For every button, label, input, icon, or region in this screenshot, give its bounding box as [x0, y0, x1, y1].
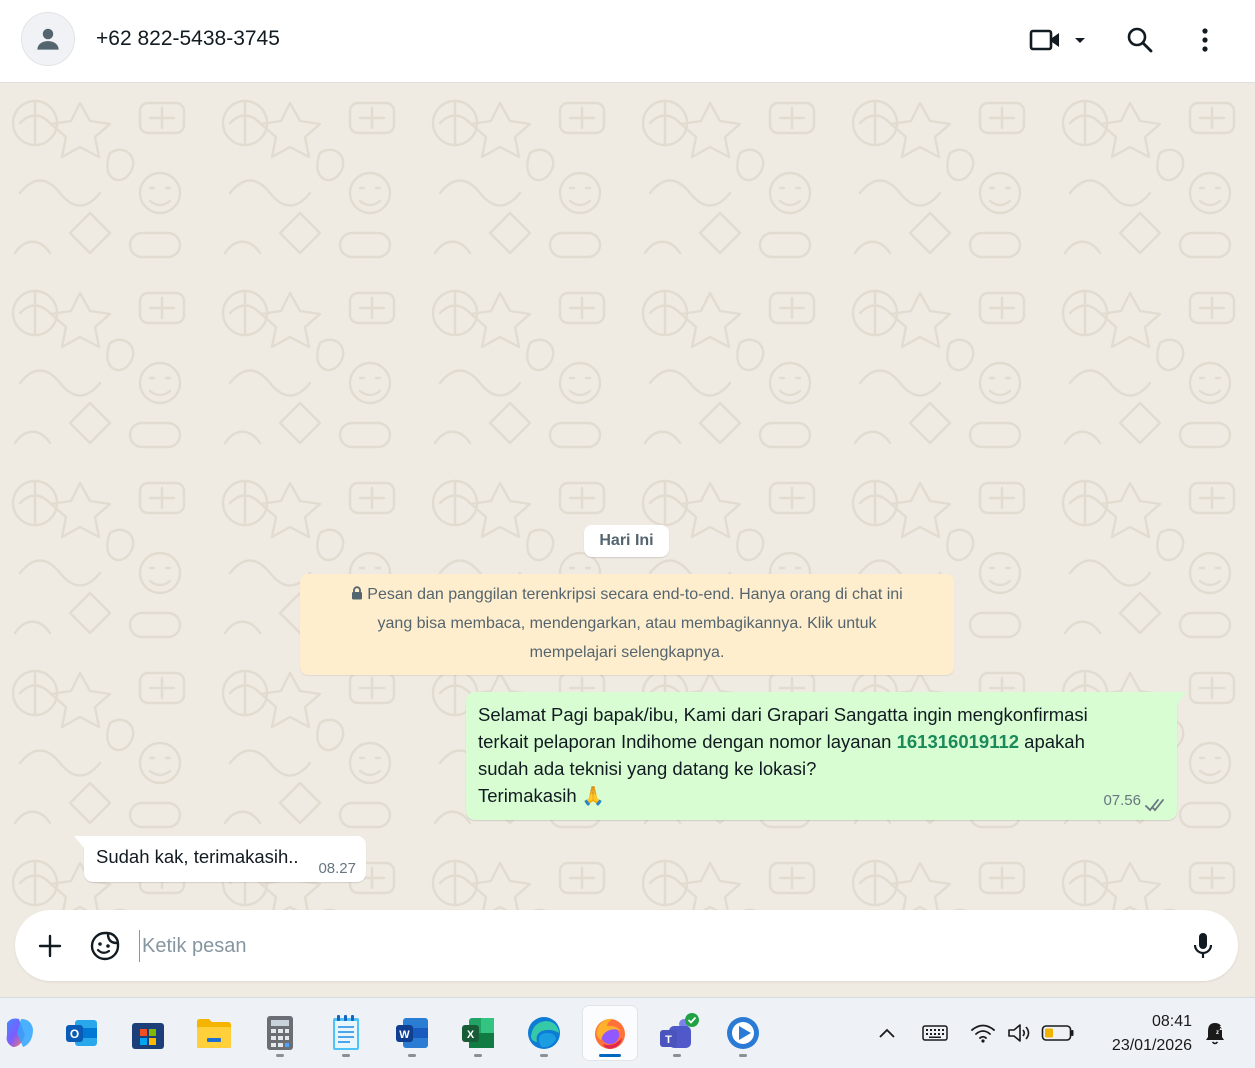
person-icon: [37, 28, 59, 50]
excel-icon[interactable]: X: [451, 1006, 505, 1060]
search-icon[interactable]: [1122, 22, 1158, 58]
message-composer: [15, 910, 1238, 981]
message-text: Selamat Pagi bapak/ibu, Kami dari Grapar…: [478, 704, 1088, 725]
svg-text:T: T: [665, 1034, 672, 1046]
clock-date: 23/01/2026: [1111, 1037, 1192, 1054]
svg-text:z: z: [1220, 1025, 1224, 1032]
microphone-icon[interactable]: [1185, 928, 1221, 964]
running-indicator: [276, 1054, 284, 1057]
svg-text:z: z: [1216, 1030, 1219, 1036]
svg-text:W: W: [399, 1029, 410, 1041]
outgoing-message[interactable]: Selamat Pagi bapak/ibu, Kami dari Grapar…: [466, 692, 1187, 820]
chat-header: +62 822-5438-3745: [0, 0, 1255, 83]
running-indicator: [673, 1054, 681, 1057]
service-number-link[interactable]: 161316019112: [897, 731, 1019, 752]
running-indicator: [474, 1054, 482, 1057]
system-clock[interactable]: 08:41 23/01/2026: [1092, 1010, 1192, 1058]
running-indicator: [540, 1054, 548, 1057]
encryption-notice-line: yang bisa membaca, mendengarkan, atau me…: [377, 615, 877, 632]
message-input[interactable]: [139, 930, 1159, 962]
date-chip: Hari Ini: [584, 525, 669, 557]
firefox-icon[interactable]: [583, 1006, 637, 1060]
message-time: 08.27: [318, 860, 356, 877]
message-text: terkait pelaporan Indihome dengan nomor …: [478, 728, 1165, 755]
encryption-notice[interactable]: Pesan dan panggilan terenkripsi secara e…: [300, 574, 954, 675]
wifi-icon[interactable]: [968, 1016, 998, 1050]
svg-text:O: O: [70, 1027, 79, 1041]
video-call-icon[interactable]: [1026, 22, 1064, 58]
copilot-icon[interactable]: [0, 1006, 46, 1060]
sticker-icon[interactable]: [87, 928, 123, 964]
windows-taskbar: O W X T 08:41 23/01/2026 z z: [0, 997, 1255, 1068]
microsoft-store-icon[interactable]: [121, 1006, 175, 1060]
avatar[interactable]: [21, 12, 75, 66]
show-hidden-icons-chevron-up-icon[interactable]: [874, 1016, 900, 1050]
file-explorer-icon[interactable]: [187, 1006, 241, 1060]
message-text: sudah ada teknisi yang datang ke lokasi?: [478, 758, 817, 779]
encryption-notice-line: Pesan dan panggilan terenkripsi secara e…: [367, 586, 903, 603]
chat-area[interactable]: Hari Ini Pesan dan panggilan terenkripsi…: [0, 83, 1255, 910]
attach-plus-icon[interactable]: [32, 928, 68, 964]
clock-time: 08:41: [1151, 1013, 1192, 1030]
incoming-message[interactable]: Sudah kak, terimakasih.. 08.27: [74, 836, 366, 882]
outlook-icon[interactable]: O: [55, 1006, 109, 1060]
running-indicator: [342, 1054, 350, 1057]
encryption-notice-line: mempelajari selengkapnya.: [529, 644, 725, 661]
battery-icon[interactable]: [1040, 1016, 1076, 1050]
pray-emoji: 🙏: [581, 785, 605, 806]
message-text: Terimakasih 🙏: [478, 782, 1165, 809]
message-text-part: Terimakasih: [478, 785, 577, 806]
bubble-tail: [1177, 692, 1187, 704]
calculator-icon[interactable]: [253, 1006, 307, 1060]
keyboard-icon[interactable]: [920, 1016, 950, 1050]
teams-icon[interactable]: T: [650, 1006, 704, 1060]
message-text: Sudah kak, terimakasih..: [96, 846, 299, 867]
volume-icon[interactable]: [1004, 1016, 1034, 1050]
running-indicator: [408, 1054, 416, 1057]
lock-icon: [352, 586, 363, 600]
double-check-icon: [1145, 799, 1164, 812]
bubble-tail: [74, 836, 84, 848]
running-indicator: [739, 1054, 747, 1057]
message-text-part: apakah: [1019, 731, 1085, 752]
message-text-part: terkait pelaporan Indihome dengan nomor …: [478, 731, 897, 752]
contact-name[interactable]: +62 822-5438-3745: [96, 27, 280, 51]
more-options-icon[interactable]: [1190, 22, 1220, 58]
word-icon[interactable]: W: [385, 1006, 439, 1060]
notification-do-not-disturb-icon[interactable]: z z: [1200, 1016, 1230, 1050]
active-indicator: [599, 1054, 621, 1057]
edge-icon[interactable]: [517, 1006, 571, 1060]
message-time: 07.56: [1103, 792, 1141, 809]
media-player-icon[interactable]: [716, 1006, 770, 1060]
chevron-down-icon[interactable]: [1070, 22, 1090, 58]
svg-text:X: X: [467, 1029, 475, 1041]
notepad-icon[interactable]: [319, 1006, 373, 1060]
